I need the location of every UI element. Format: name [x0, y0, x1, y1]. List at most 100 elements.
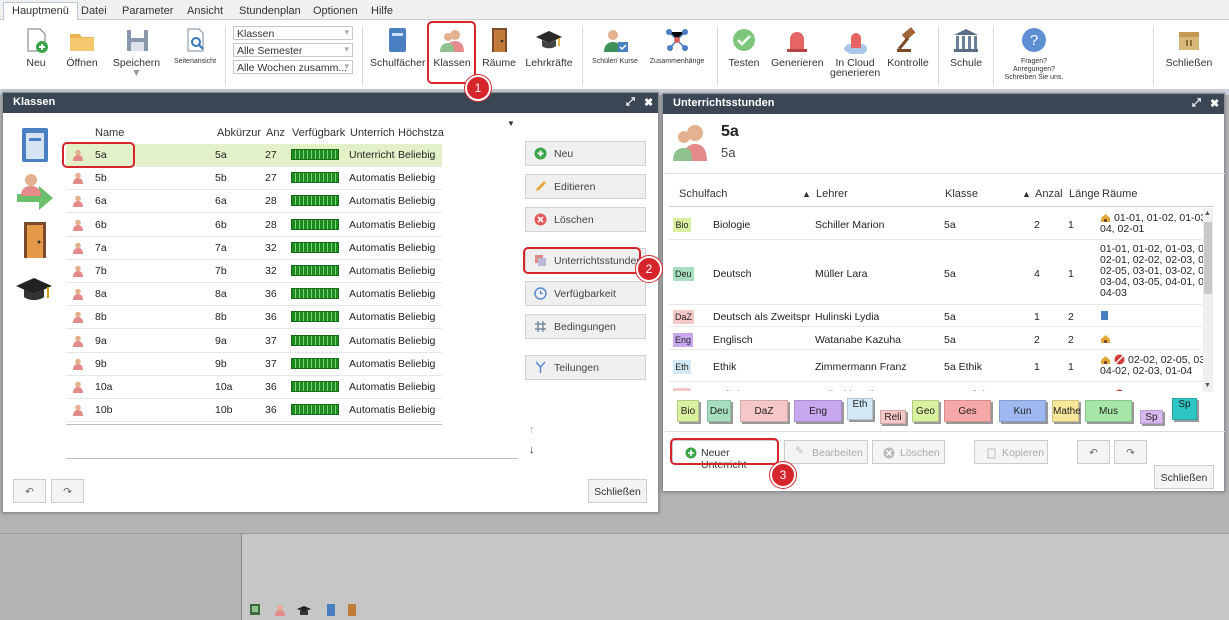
- raeume-button[interactable]: Räume: [482, 26, 516, 68]
- col-hoechstzahl[interactable]: Höchstza: [398, 127, 444, 139]
- neu-button[interactable]: Neu: [20, 26, 52, 68]
- col-schulfach[interactable]: Schulfach: [679, 188, 727, 200]
- view-dropdown[interactable]: Klassen: [233, 26, 353, 40]
- testen-button[interactable]: Testen: [726, 26, 762, 68]
- lehrkraefte-button[interactable]: Lehrkräfte: [525, 26, 573, 68]
- callout-neuer-unterricht: [670, 438, 779, 465]
- in-cloud-generieren-button[interactable]: In Cloud generieren: [830, 26, 880, 78]
- sort-up-icon[interactable]: ▲: [802, 189, 811, 199]
- subject-chip: Eng: [673, 333, 694, 347]
- schulfaecher-button[interactable]: Schulfächer: [370, 26, 425, 68]
- lesson-row[interactable]: DaZ Deutsch als Zweitsprac Hulinski Lydia 5…: [669, 305, 1202, 327]
- schule-button[interactable]: Schule: [946, 26, 986, 68]
- col-name[interactable]: Name: [95, 127, 124, 139]
- class-hoechstzahl: Beliebig: [398, 404, 436, 417]
- student-check-icon: [601, 26, 629, 54]
- redo-button[interactable]: ↷: [1114, 440, 1147, 464]
- table-row[interactable]: 10b 10b 36 AutomatiscBeliebig: [66, 399, 442, 423]
- column-menu-icon[interactable]: ▼: [507, 119, 515, 128]
- col-anzahl[interactable]: Anzal: [1035, 188, 1063, 200]
- subject-tile[interactable]: Sp: [1172, 398, 1197, 420]
- lesson-class: 5a: [944, 311, 956, 323]
- editieren-button[interactable]: Editieren: [525, 174, 646, 199]
- table-row[interactable]: 5b 5b 27 AutomatiscBeliebig: [66, 167, 442, 191]
- move-up-icon[interactable]: ↑: [529, 424, 535, 436]
- tab-stundenplan[interactable]: Stundenplan: [231, 3, 309, 20]
- scroll-thumb[interactable]: [1204, 222, 1212, 294]
- subject-tile[interactable]: Mus: [1085, 400, 1132, 422]
- col-laenge[interactable]: Länge: [1069, 188, 1100, 200]
- col-abkuerzung[interactable]: Abkürzur: [217, 127, 261, 139]
- scroll-up-icon[interactable]: ▲: [1204, 210, 1211, 217]
- sort-up-icon[interactable]: ▲: [1022, 189, 1031, 199]
- klassen-side-person-arrow-icon[interactable]: [15, 172, 55, 212]
- subject-tile[interactable]: Geo: [912, 400, 939, 422]
- klassen-side-book-icon[interactable]: [18, 128, 54, 164]
- subject-tile[interactable]: Reli: [880, 410, 906, 424]
- class-unterricht: Unterrichts: [349, 149, 395, 161]
- class-abbr: 5a: [721, 145, 736, 160]
- maximize-icon[interactable]: ⤢: [626, 96, 635, 109]
- tab-hilfe[interactable]: Hilfe: [363, 3, 401, 20]
- class-unterricht: Automatisc: [349, 172, 395, 185]
- undo-button[interactable]: ↶: [13, 479, 46, 503]
- class-hoechstzahl: Beliebig: [398, 172, 436, 185]
- availability-bar: [291, 195, 339, 207]
- col-unterricht[interactable]: Unterrich: [350, 127, 395, 139]
- subject-tile[interactable]: Deu: [707, 400, 731, 422]
- lesson-row[interactable]: Eng Englisch Watanabe Kazuha 5a 2 2: [669, 327, 1202, 350]
- subject-tile[interactable]: Kun: [999, 400, 1046, 422]
- subject-tile[interactable]: Bio: [677, 400, 699, 422]
- tab-parameter[interactable]: Parameter: [114, 3, 181, 20]
- close-icon[interactable]: ✖: [644, 96, 653, 109]
- schueler-kurse-button[interactable]: Schüler/ Kurse: [589, 26, 641, 66]
- col-verfuegbarkeit[interactable]: Verfügbark: [292, 127, 345, 139]
- subject-tile[interactable]: Ges: [944, 400, 991, 422]
- weeks-dropdown[interactable]: Alle Wochen zusamm...: [233, 60, 353, 74]
- zusammenhaenge-button[interactable]: Zusammenhänge: [647, 26, 707, 66]
- kopieren-button[interactable]: Kopieren: [974, 440, 1048, 464]
- col-klasse[interactable]: Klasse: [945, 188, 978, 200]
- scroll-down-icon[interactable]: ▼: [1204, 382, 1211, 389]
- loeschen-button[interactable]: Löschen: [872, 440, 945, 464]
- subject-tile[interactable]: Eth: [847, 398, 873, 420]
- neu-button[interactable]: Neu: [525, 141, 646, 166]
- undo-button[interactable]: ↶: [1077, 440, 1110, 464]
- seitenansicht-button[interactable]: Seitenansicht: [172, 26, 218, 66]
- col-anzahl[interactable]: Anz: [266, 127, 285, 139]
- col-lehrer[interactable]: Lehrer: [816, 188, 848, 200]
- class-abbr: 10b: [215, 404, 233, 417]
- move-down-icon[interactable]: ↓: [529, 444, 535, 456]
- schliessen-button[interactable]: Schließen: [588, 479, 647, 503]
- kontrolle-button[interactable]: Kontrolle: [886, 26, 930, 68]
- semester-dropdown[interactable]: Alle Semester: [233, 43, 353, 57]
- school-building-icon: [952, 26, 980, 54]
- maximize-icon[interactable]: ⤢: [1192, 97, 1201, 110]
- schliessen-button[interactable]: Schließen: [1154, 465, 1214, 489]
- lessons-scrollbar[interactable]: ▲ ▼: [1203, 208, 1213, 392]
- close-icon[interactable]: ✖: [1210, 97, 1219, 110]
- schliessen-ribbon-button[interactable]: Schließen: [1165, 26, 1213, 68]
- feedback-button[interactable]: ? Fragen? Anregungen? Schreiben Sie uns.: [1003, 26, 1065, 82]
- tab-optionen[interactable]: Optionen: [305, 3, 366, 20]
- redo-button[interactable]: ↷: [51, 479, 84, 503]
- lesson-row[interactable]: Bio Biologie Schiller Marion 5a 2 1 01-01, 01-…: [669, 208, 1209, 240]
- generieren-button[interactable]: Generieren: [771, 26, 824, 68]
- tab-ansicht[interactable]: Ansicht: [179, 3, 231, 20]
- class-count: 28: [265, 195, 277, 208]
- subject-tile[interactable]: Eng: [794, 400, 842, 422]
- bearbeiten-button[interactable]: ✎ Bearbeiten: [784, 440, 868, 464]
- tab-datei[interactable]: Datei: [73, 3, 115, 20]
- subject-tile[interactable]: Sp: [1140, 410, 1163, 424]
- speichern-button[interactable]: Speichern ▼: [109, 26, 164, 78]
- undo-icon: ↶: [1089, 447, 1098, 459]
- lesson-row[interactable]: Deu Deutsch Müller Lara 5a 4 1 01-01, 01-02, 0…: [669, 240, 1205, 305]
- lesson-subject: Deutsch als Zweitsprac: [713, 311, 811, 323]
- subject-tile[interactable]: Mathe: [1052, 400, 1081, 422]
- tab-hauptmenue[interactable]: Hauptmenü: [3, 2, 78, 21]
- oeffnen-button[interactable]: Öffnen: [64, 26, 100, 68]
- col-raeume[interactable]: Räume: [1102, 188, 1137, 200]
- lesson-row[interactable]: Eth Ethik Zimmermann Franz 5a Ethik 1 1 02-02,…: [669, 350, 1209, 382]
- lesson-subject: Ethik: [713, 361, 737, 373]
- subject-tile[interactable]: DaZ: [740, 400, 788, 422]
